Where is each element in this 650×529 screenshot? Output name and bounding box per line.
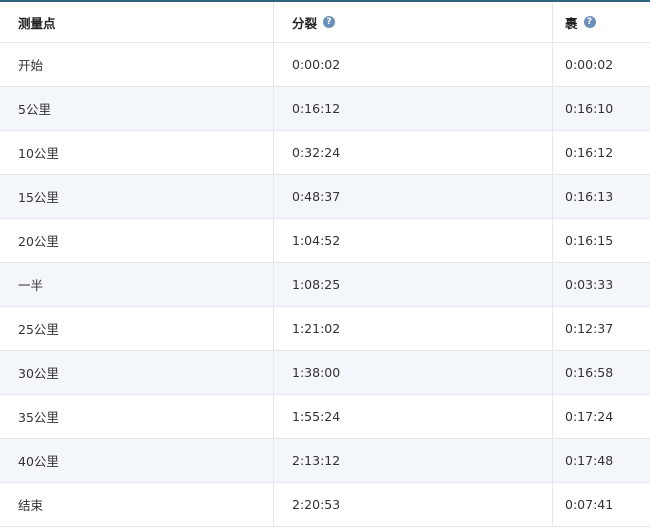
header-split: 分裂 ? [273,2,552,42]
split-cell: 1:55:24 [273,395,552,438]
split-cell: 0:32:24 [273,131,552,174]
checkpoint-cell: 40公里 [18,454,59,469]
table-row: 一半 1:08:25 0:03:33 [0,263,650,307]
lap-cell: 0:16:12 [552,131,650,174]
split-help-icon[interactable]: ? [323,16,336,28]
table-row: 结束 2:20:53 0:07:41 [0,483,650,527]
table-row: 10公里 0:32:24 0:16:12 [0,131,650,175]
table-row: 25公里 1:21:02 0:12:37 [0,307,650,351]
table-row: 40公里 2:13:12 0:17:48 [0,439,650,483]
table-row: 30公里 1:38:00 0:16:58 [0,351,650,395]
split-cell: 1:38:00 [273,351,552,394]
lap-cell: 0:16:58 [552,351,650,394]
lap-cell: 0:12:37 [552,307,650,350]
lap-cell: 0:00:02 [552,43,650,86]
table-row: 15公里 0:48:37 0:16:13 [0,175,650,219]
lap-cell: 0:16:15 [552,219,650,262]
table-body: 开始 0:00:02 0:00:02 5公里 0:16:12 0:16:10 10公里 0:3… [0,43,650,527]
split-cell: 1:04:52 [273,219,552,262]
lap-cell: 0:16:13 [552,175,650,218]
lap-cell: 0:16:10 [552,87,650,130]
split-cell: 0:00:02 [273,43,552,86]
checkpoint-cell: 结束 [18,498,44,513]
header-checkpoint-label: 测量点 [18,15,56,31]
checkpoint-cell: 一半 [18,278,44,293]
lap-cell: 0:07:41 [552,483,650,526]
checkpoint-cell: 开始 [18,58,44,73]
checkpoint-cell: 15公里 [18,190,59,205]
split-cell: 0:16:12 [273,87,552,130]
table-header-row: 测量点 分裂 ? 裹 ? [0,2,650,43]
header-lap: 裹 ? [552,2,650,42]
lap-cell: 0:17:48 [552,439,650,482]
lap-cell: 0:03:33 [552,263,650,306]
table-row: 20公里 1:04:52 0:16:15 [0,219,650,263]
lap-help-icon[interactable]: ? [583,16,596,28]
table-row: 35公里 1:55:24 0:17:24 [0,395,650,439]
checkpoint-cell: 20公里 [18,234,59,249]
header-split-label: 分裂 [292,15,318,31]
checkpoint-cell: 25公里 [18,322,59,337]
header-checkpoint: 测量点 [0,2,273,42]
split-cell: 1:21:02 [273,307,552,350]
header-lap-label: 裹 [565,15,578,31]
lap-cell: 0:17:24 [552,395,650,438]
split-cell: 2:13:12 [273,439,552,482]
checkpoint-cell: 5公里 [18,102,51,117]
split-cell: 0:48:37 [273,175,552,218]
splits-table: 测量点 分裂 ? 裹 ? 开始 0:00:02 0:00:02 5公里 0:16:12 0… [0,0,650,527]
checkpoint-cell: 30公里 [18,366,59,381]
table-row: 5公里 0:16:12 0:16:10 [0,87,650,131]
checkpoint-cell: 10公里 [18,146,59,161]
split-cell: 1:08:25 [273,263,552,306]
split-cell: 2:20:53 [273,483,552,526]
table-row: 开始 0:00:02 0:00:02 [0,43,650,87]
checkpoint-cell: 35公里 [18,410,59,425]
